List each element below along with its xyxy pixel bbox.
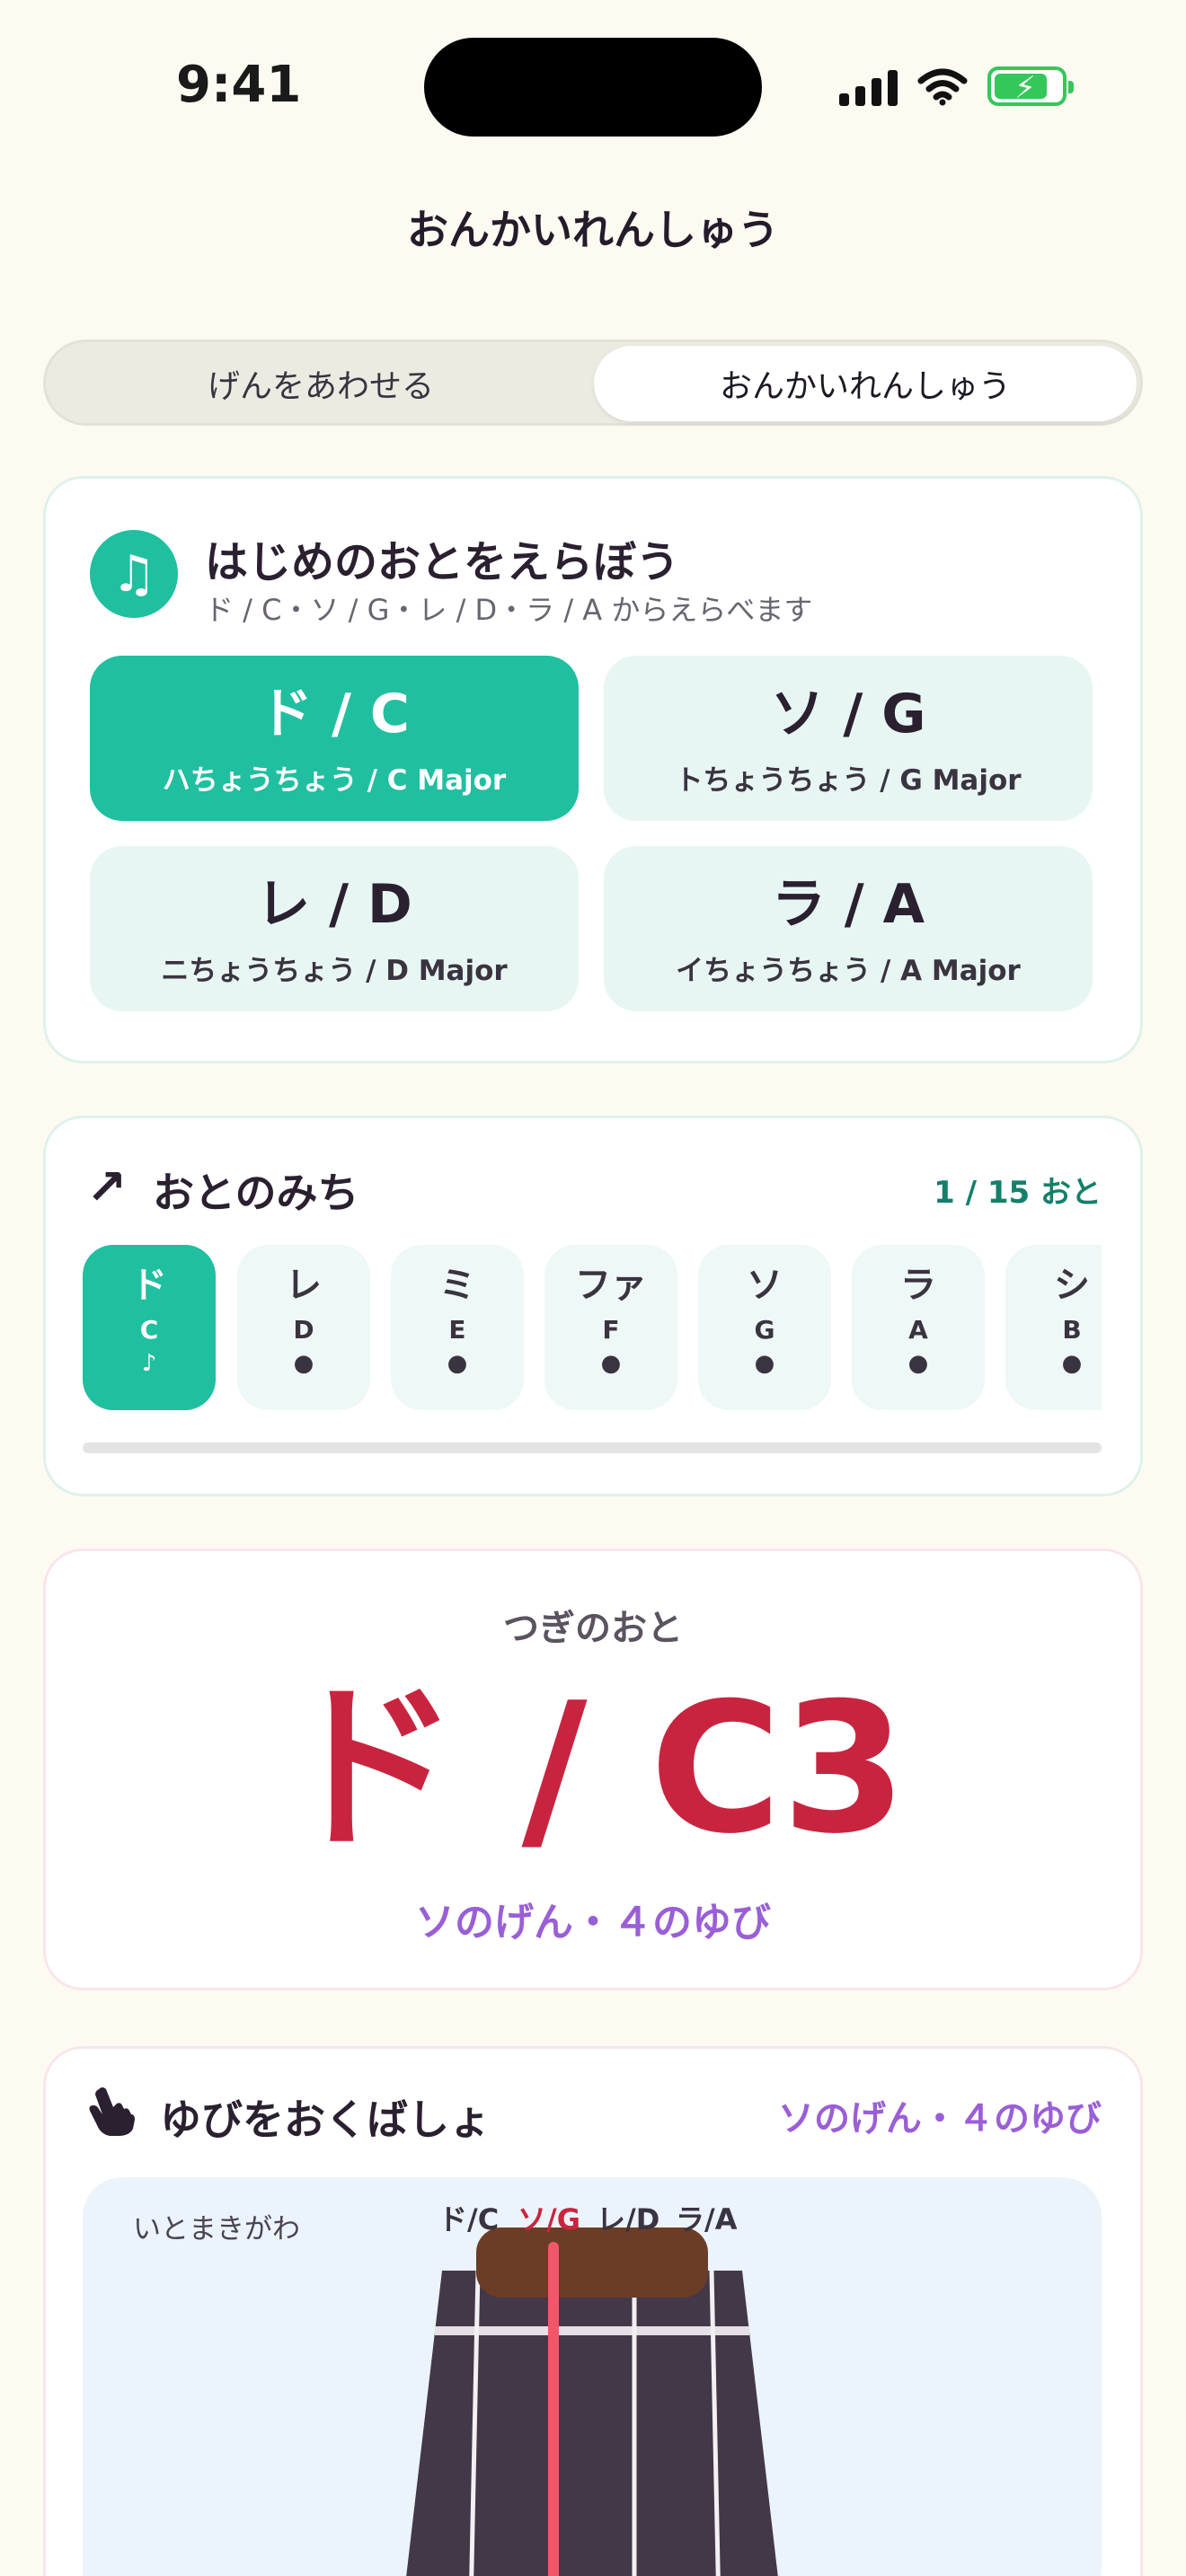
note-chip-en: C bbox=[139, 1315, 159, 1345]
note-chip-e[interactable]: ミ E ● bbox=[391, 1245, 524, 1410]
fingerboard-neck bbox=[406, 2271, 778, 2576]
note-chip-en: A bbox=[908, 1315, 928, 1345]
note-chip-en: G bbox=[754, 1315, 775, 1345]
tuning-peg-side-label: いとまきがわ bbox=[133, 2213, 300, 2245]
music-note-icon: ♫ bbox=[90, 530, 178, 618]
dot-icon: ● bbox=[754, 1350, 775, 1377]
note-path-count: 1 / 15 おと bbox=[934, 1175, 1102, 1211]
page-title: おんかいれんしゅう bbox=[407, 206, 779, 254]
next-note-label: つぎのおと bbox=[503, 1608, 683, 1649]
note-chip-a[interactable]: ラ A ● bbox=[852, 1245, 985, 1410]
start-note-subtitle: ド / C・ソ / G・レ / D・ラ / A からえらべます bbox=[205, 593, 813, 627]
note-chip-jp: ファ bbox=[575, 1265, 647, 1306]
note-chip-c[interactable]: ド C ♪ bbox=[83, 1245, 216, 1410]
start-note-title: はじめのおとをえらぼう bbox=[205, 537, 680, 587]
fret-line bbox=[435, 2326, 749, 2335]
note-chip-b[interactable]: シ B ● bbox=[1005, 1245, 1102, 1410]
key-button-sub: ハちょうちょう / C Major bbox=[162, 763, 507, 797]
key-button-label: ラ / A bbox=[771, 872, 925, 936]
fingerboard-nut bbox=[476, 2228, 708, 2298]
note-chip-jp: ド bbox=[131, 1265, 167, 1306]
battery-charging-icon: ⚡ bbox=[987, 66, 1074, 106]
note-chip-en: F bbox=[602, 1315, 620, 1345]
next-note-value: ド / C3 bbox=[279, 1664, 907, 1874]
note-chip-f[interactable]: ファ F ● bbox=[544, 1245, 677, 1410]
status-icons: ⚡ bbox=[839, 63, 1074, 110]
key-button-g[interactable]: ソ / G トちょうちょう / G Major bbox=[604, 656, 1093, 821]
note-chip-en: D bbox=[293, 1315, 314, 1345]
key-button-sub: イちょうちょう / A Major bbox=[676, 954, 1021, 987]
dot-icon: ● bbox=[1061, 1350, 1083, 1377]
cellular-signal-icon bbox=[839, 66, 898, 106]
string-label-c: ド/C bbox=[438, 2202, 500, 2236]
next-note-hint: ソのげん・４のゆび bbox=[415, 1900, 771, 1945]
note-chip-g[interactable]: ソ G ● bbox=[698, 1245, 831, 1410]
wifi-icon bbox=[917, 68, 968, 106]
dot-icon: ● bbox=[907, 1350, 929, 1377]
status-time: 9:41 bbox=[176, 56, 302, 114]
note-chip-jp: ソ bbox=[747, 1265, 783, 1306]
note-path-scrollbar[interactable] bbox=[83, 1442, 1102, 1453]
finger-position-hint: ソのげん・４のゆび bbox=[778, 2098, 1102, 2139]
note-chip-d[interactable]: レ D ● bbox=[237, 1245, 370, 1410]
key-button-c[interactable]: ド / C ハちょうちょう / C Major bbox=[90, 656, 579, 821]
music-note-icon: ♪ bbox=[141, 1350, 157, 1377]
key-button-label: ソ / G bbox=[770, 682, 926, 745]
tab-tuning[interactable]: げんをあわせる bbox=[49, 346, 592, 421]
note-chip-en: E bbox=[448, 1315, 466, 1345]
key-button-a[interactable]: ラ / A イちょうちょう / A Major bbox=[604, 846, 1093, 1011]
key-button-sub: トちょうちょう / G Major bbox=[675, 763, 1022, 797]
string-label-g: ソ/G bbox=[518, 2202, 580, 2236]
dot-icon: ● bbox=[600, 1350, 622, 1377]
note-path-strip[interactable]: ド C ♪ レ D ● ミ E ● ファ F ● ソ G ● ラ A ● シ B… bbox=[83, 1245, 1102, 1412]
note-chip-jp: ラ bbox=[900, 1265, 936, 1306]
finger-position-title: ゆびをおくばしょ bbox=[160, 2095, 491, 2144]
dot-icon: ● bbox=[293, 1350, 314, 1377]
string-label-d: レ/D bbox=[597, 2202, 660, 2236]
pointing-hand-icon bbox=[86, 2084, 137, 2149]
key-button-label: ド / C bbox=[259, 682, 410, 745]
note-chip-jp: シ bbox=[1054, 1265, 1090, 1306]
note-chip-jp: レ bbox=[286, 1265, 322, 1306]
dynamic-island bbox=[424, 38, 762, 137]
note-chip-jp: ミ bbox=[439, 1265, 475, 1306]
key-button-sub: ニちょうちょう / D Major bbox=[161, 954, 508, 987]
key-button-d[interactable]: レ / D ニちょうちょう / D Major bbox=[90, 846, 579, 1011]
arrow-up-right-icon: ↗ bbox=[86, 1159, 128, 1215]
note-path-title: おとのみち bbox=[153, 1169, 359, 1217]
string-label-a: ラ/A bbox=[676, 2202, 738, 2236]
tab-scale-practice[interactable]: おんかいれんしゅう bbox=[594, 346, 1137, 421]
dot-icon: ● bbox=[447, 1350, 468, 1377]
note-chip-en: B bbox=[1062, 1315, 1082, 1345]
key-button-label: レ / D bbox=[256, 872, 412, 936]
mode-segmented-control: げんをあわせる おんかいれんしゅう bbox=[43, 340, 1143, 426]
